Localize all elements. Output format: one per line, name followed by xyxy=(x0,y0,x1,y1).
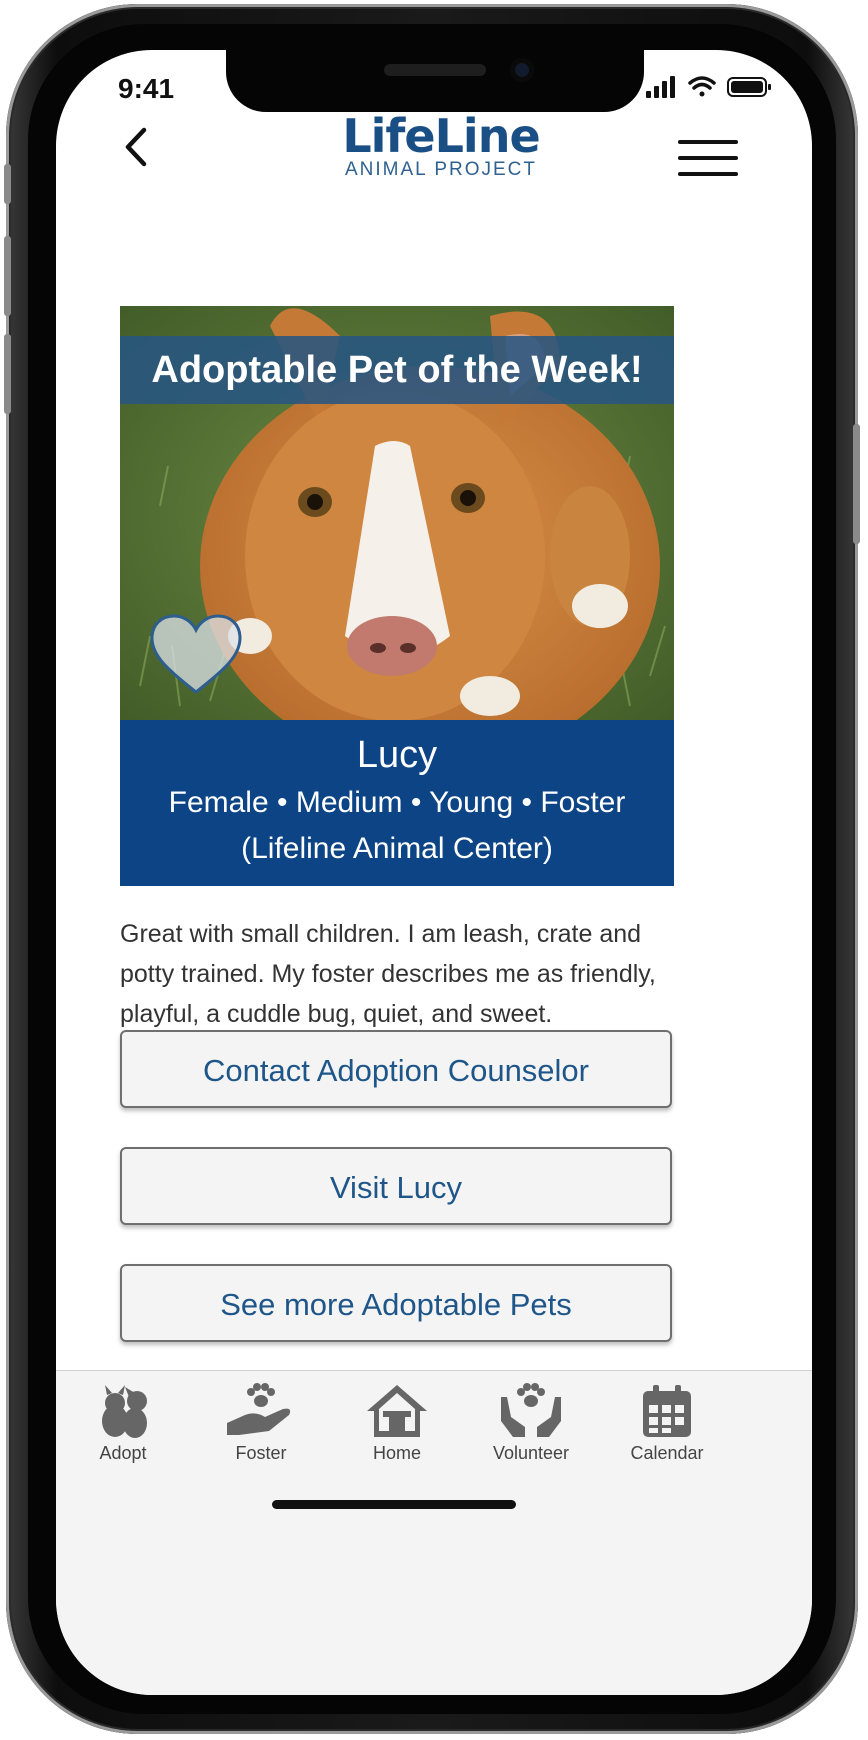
mute-switch xyxy=(4,164,11,204)
house-icon xyxy=(367,1385,427,1437)
calendar-icon xyxy=(643,1385,691,1437)
back-chevron-icon[interactable] xyxy=(118,122,158,172)
pet-name: Lucy xyxy=(356,734,438,776)
notch xyxy=(226,50,644,112)
logo-subtitle: ANIMAL PROJECT xyxy=(345,159,537,180)
tab-calendar[interactable]: Calendar xyxy=(612,1383,722,1464)
logo[interactable]: LifeLine ANIMAL PROJECT xyxy=(281,112,601,180)
tab-home-label: Home xyxy=(372,1443,421,1463)
tab-calendar-label: Calendar xyxy=(630,1443,704,1463)
pet-description: Great with small children. I am leash, c… xyxy=(120,920,656,1028)
logo-title: LifeLine xyxy=(342,109,540,163)
hand-paw-icon xyxy=(227,1383,291,1435)
pet-details: Female • Medium • Young • Foster xyxy=(168,786,626,819)
camera xyxy=(510,58,534,82)
contact-counselor-button[interactable]: Contact Adoption Counselor xyxy=(120,1030,672,1108)
hands-paw-icon xyxy=(501,1383,561,1437)
tab-adopt[interactable]: Adopt xyxy=(68,1383,178,1464)
tab-volunteer-label: Volunteer xyxy=(492,1443,570,1463)
more-pets-button[interactable]: See more Adoptable Pets xyxy=(120,1264,672,1342)
visit-pet-button[interactable]: Visit Lucy xyxy=(120,1147,672,1225)
tab-volunteer[interactable]: Volunteer xyxy=(476,1383,586,1464)
pet-info-box: Lucy Female • Medium • Young • Foster (L… xyxy=(120,720,674,886)
tab-foster[interactable]: Foster xyxy=(206,1383,316,1464)
pet-location: (Lifeline Animal Center) xyxy=(241,832,553,865)
power-button xyxy=(853,424,860,544)
status-icons xyxy=(646,74,776,100)
tab-foster-label: Foster xyxy=(235,1443,287,1463)
tab-bar: Adopt Foster Home Volunteer Calendar xyxy=(56,1370,812,1695)
pet-photo: Adoptable Pet of the Week! xyxy=(120,306,674,720)
tab-home[interactable]: Home xyxy=(342,1383,452,1464)
battery-icon xyxy=(727,77,771,97)
speaker xyxy=(384,64,486,76)
tab-adopt-label: Adopt xyxy=(99,1443,147,1463)
status-time: 9:41 xyxy=(118,73,175,104)
wifi-icon xyxy=(688,76,716,97)
hamburger-menu-icon[interactable] xyxy=(678,140,738,178)
volume-up-button xyxy=(4,236,11,316)
screen: 9:41 LifeLine ANIMAL PROJECT Adoptable P… xyxy=(56,50,812,1695)
heart-icon[interactable] xyxy=(148,612,244,701)
home-indicator[interactable] xyxy=(272,1500,516,1509)
pet-of-week-banner: Adoptable Pet of the Week! xyxy=(120,336,674,404)
pets-icon xyxy=(102,1385,147,1438)
signal-icon xyxy=(646,76,675,98)
volume-down-button xyxy=(4,334,11,414)
